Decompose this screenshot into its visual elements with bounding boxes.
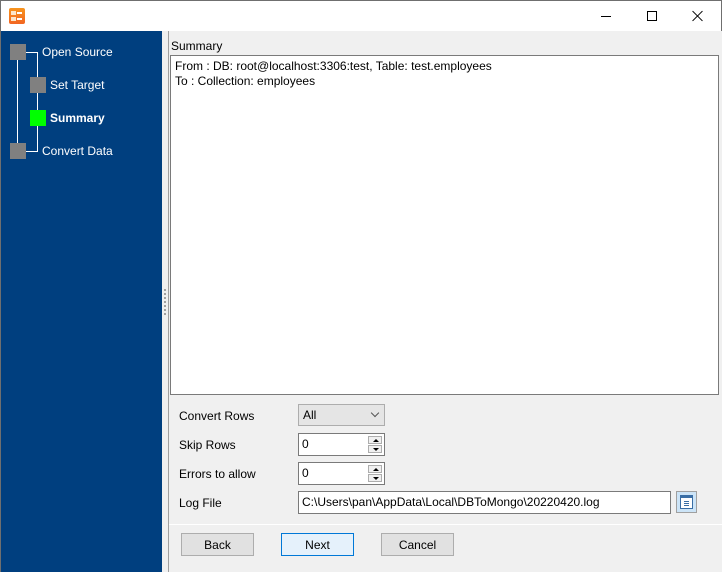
step-label-convert-data: Convert Data — [42, 144, 113, 158]
browse-log-file-button[interactable] — [676, 491, 697, 513]
log-file-label: Log File — [179, 496, 222, 510]
chevron-down-icon — [370, 408, 380, 418]
log-file-value: C:\Users\pan\AppData\Local\DBToMongo\202… — [302, 495, 600, 509]
step-label-set-target: Set Target — [50, 78, 105, 92]
step-indicator-convert-data — [10, 143, 26, 159]
cancel-button[interactable]: Cancel — [381, 533, 454, 556]
convert-rows-value: All — [303, 408, 317, 422]
minimize-button[interactable] — [583, 1, 629, 31]
step-indicator-open-source — [10, 44, 26, 60]
errors-to-allow-label: Errors to allow — [179, 467, 256, 481]
skip-rows-label: Skip Rows — [179, 438, 236, 452]
wizard-window: Open Source Set Target Summary Convert D… — [0, 0, 722, 572]
document-icon — [680, 495, 693, 509]
summary-line-from: From : DB: root@localhost:3306:test, Tab… — [175, 59, 492, 73]
convert-rows-label: Convert Rows — [179, 409, 255, 423]
errors-up-button[interactable] — [368, 465, 382, 473]
back-button[interactable]: Back — [181, 533, 254, 556]
errors-down-button[interactable] — [368, 474, 382, 482]
skip-rows-stepper[interactable]: 0 — [298, 433, 385, 456]
wizard-steps-sidebar: Open Source Set Target Summary Convert D… — [1, 31, 162, 572]
tree-line — [17, 51, 18, 151]
separator — [169, 524, 722, 525]
skip-rows-up-button[interactable] — [368, 436, 382, 444]
tree-line — [25, 52, 37, 53]
close-button[interactable] — [675, 1, 721, 31]
convert-rows-select[interactable]: All — [298, 404, 385, 426]
app-icon — [9, 8, 25, 24]
tree-line — [25, 151, 38, 152]
step-indicator-summary — [30, 110, 46, 126]
errors-to-allow-value: 0 — [302, 466, 309, 480]
tree-line — [37, 52, 38, 151]
minimize-icon — [601, 15, 611, 17]
maximize-icon — [647, 11, 657, 21]
summary-label: Summary — [171, 39, 223, 53]
step-label-summary: Summary — [50, 111, 105, 125]
summary-textbox[interactable]: From : DB: root@localhost:3306:test, Tab… — [170, 55, 719, 395]
skip-rows-value: 0 — [302, 437, 309, 451]
log-file-input[interactable]: C:\Users\pan\AppData\Local\DBToMongo\202… — [298, 491, 671, 514]
maximize-button[interactable] — [629, 1, 675, 31]
skip-rows-down-button[interactable] — [368, 445, 382, 453]
content-panel: Summary From : DB: root@localhost:3306:t… — [168, 31, 722, 572]
next-button[interactable]: Next — [281, 533, 354, 556]
errors-to-allow-stepper[interactable]: 0 — [298, 462, 385, 485]
step-label-open-source: Open Source — [42, 45, 113, 59]
close-icon — [692, 10, 704, 22]
step-indicator-set-target — [30, 77, 46, 93]
summary-line-to: To : Collection: employees — [175, 74, 316, 88]
title-bar — [1, 1, 721, 31]
